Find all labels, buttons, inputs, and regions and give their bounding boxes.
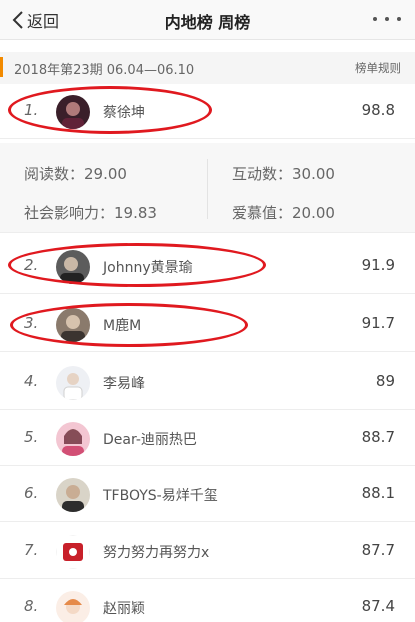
avatar <box>56 591 90 622</box>
artist-name: Dear-迪丽热巴 <box>103 432 197 448</box>
rank-number: 5. <box>24 428 39 446</box>
artist-name: TFBOYS-易烊千玺 <box>103 488 218 504</box>
period-bar: 2018年第23期 06.04—06.10 榜单规则 <box>0 52 415 84</box>
ranking-row-6[interactable]: 6. TFBOYS-易烊千玺 88.1 <box>0 467 415 522</box>
ranking-row-5[interactable]: 5. Dear-迪丽热巴 88.7 <box>0 411 415 466</box>
ranking-row-8[interactable]: 8. 赵丽颖 87.4 <box>0 580 415 622</box>
artist-name: 蔡徐坤 <box>103 105 145 121</box>
rank-number: 2. <box>24 256 39 274</box>
score-value: 89 <box>375 372 395 390</box>
ranking-row-7[interactable]: 7. 努力努力再努力x 87.7 <box>0 524 415 579</box>
score-value: 87.7 <box>361 541 395 559</box>
artist-name: Johnny黄景瑜 <box>103 260 193 276</box>
artist-name: M鹿M <box>103 318 142 334</box>
ranking-row-2[interactable]: 2. Johnny黄景瑜 91.9 <box>0 239 415 294</box>
avatar <box>56 250 90 284</box>
score-value: 88.7 <box>361 428 395 446</box>
score-value: 98.8 <box>361 101 395 119</box>
page-title: 内地榜 周榜 <box>164 13 251 32</box>
artist-name: 赵丽颖 <box>103 601 145 617</box>
avatar <box>56 95 90 129</box>
more-dot-icon <box>397 17 401 21</box>
period-label: 2018年第23期 06.04—06.10 <box>14 63 195 78</box>
read-count: 阅读数：29.00 <box>24 165 127 183</box>
ranking-row-4[interactable]: 4. 李易峰 89 <box>0 355 415 410</box>
score-value: 88.1 <box>361 484 395 502</box>
rank-number: 8. <box>24 597 39 615</box>
ranking-row-1[interactable]: 1. 蔡徐坤 98.8 <box>0 84 415 139</box>
artist-name: 李易峰 <box>103 376 145 392</box>
avatar <box>56 308 90 342</box>
more-dot-icon <box>385 17 389 21</box>
avatar <box>56 478 90 512</box>
love-value: 爱慕值：20.00 <box>232 204 335 222</box>
score-breakdown-panel: 阅读数：29.00 互动数：30.00 社会影响力：19.83 爱慕值：20.0… <box>0 143 415 233</box>
artist-name: 努力努力再努力x <box>103 545 210 561</box>
avatar <box>56 422 90 456</box>
rank-number: 7. <box>24 541 39 559</box>
ranking-row-3[interactable]: 3. M鹿M 91.7 <box>0 297 415 352</box>
rank-number: 6. <box>24 484 39 502</box>
score-value: 91.9 <box>361 256 395 274</box>
rules-link[interactable]: 榜单规则 <box>355 60 401 76</box>
score-value: 87.4 <box>361 597 395 615</box>
navigation-bar: 返回 内地榜 周榜 <box>0 0 415 40</box>
rank-number: 1. <box>24 101 39 119</box>
rank-number: 3. <box>24 314 39 332</box>
more-options-button[interactable] <box>373 12 401 26</box>
rank-number: 4. <box>24 372 39 390</box>
divider <box>207 159 208 219</box>
avatar <box>56 535 90 569</box>
score-value: 91.7 <box>361 314 395 332</box>
avatar <box>56 366 90 400</box>
accent-bar <box>0 57 3 77</box>
interaction-count: 互动数：30.00 <box>232 165 335 183</box>
social-influence: 社会影响力：19.83 <box>24 204 157 222</box>
more-dot-icon <box>373 17 377 21</box>
